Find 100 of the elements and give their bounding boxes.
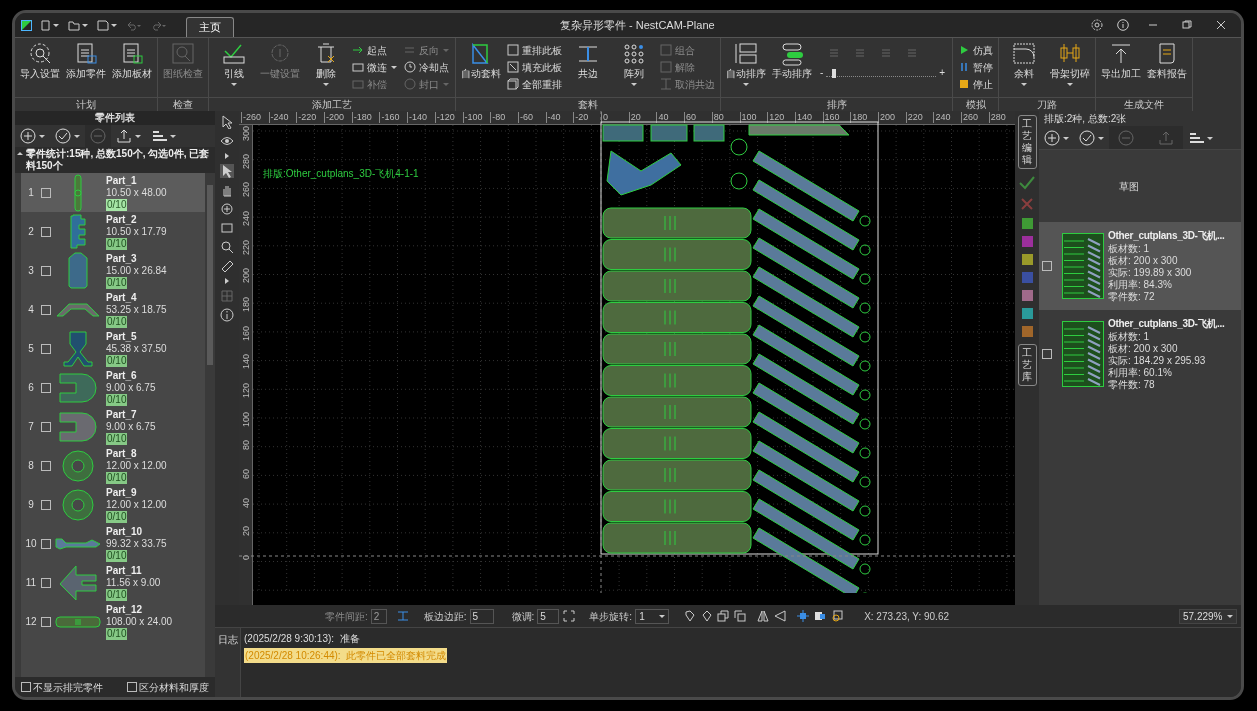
color-swatch[interactable] [1021, 254, 1033, 265]
part-name: Part_10 [106, 525, 144, 538]
checkbox[interactable] [41, 226, 51, 237]
color-swatch[interactable] [1021, 326, 1033, 337]
input-field[interactable]: 5 [469, 608, 494, 624]
part-row[interactable]: 10 Part_10 99.32 x 33.75 0/10 [21, 524, 205, 563]
checkbox[interactable] [41, 382, 51, 393]
color-swatch[interactable] [1021, 272, 1033, 283]
part-row[interactable]: 3 Part_3 15.00 x 26.84 0/10 [21, 251, 205, 290]
option-checkbox[interactable]: 区分材料和厚度 [127, 679, 209, 695]
part-row[interactable]: 9 Part_9 12.00 x 12.00 0/10 [21, 485, 205, 524]
checkbox[interactable] [1042, 261, 1052, 271]
cursor-icon[interactable] [220, 164, 234, 178]
process-library-tab[interactable]: 工艺库 [1017, 344, 1037, 386]
ribbon-tab[interactable]: 主页 [186, 17, 234, 37]
part-row[interactable]: 4 Part_4 53.25 x 18.75 0/10 [21, 290, 205, 329]
ribbon-button[interactable]: 导出加工 [1099, 41, 1144, 80]
ruler-icon[interactable] [220, 259, 234, 273]
checkbox[interactable] [41, 187, 51, 198]
color-swatch[interactable] [1021, 236, 1033, 247]
frame-icon[interactable] [563, 610, 576, 622]
mirror-icon[interactable] [757, 609, 771, 623]
checkbox[interactable] [1042, 349, 1052, 359]
row-number: 12 [24, 615, 38, 629]
ribbon-button[interactable]: 引线 [212, 41, 256, 88]
ribbon-button[interactable]: 导入设置 [18, 41, 62, 80]
ribbon-button[interactable]: 添加零件 [64, 41, 108, 80]
slider[interactable] [826, 68, 937, 77]
part-row[interactable]: 6 Part_6 9.00 x 6.75 0/10 [21, 368, 205, 407]
info-icon[interactable] [1117, 19, 1129, 31]
sheet-item[interactable]: Other_cutplans_3D-飞机... 板材数: 1 板材: 200 x 300 实际: 199.89 x 300 利用率: 84.3% 零件数: 72 [1039, 222, 1241, 310]
ribbon-button[interactable]: 重排此板 [507, 43, 562, 57]
ribbon-button[interactable]: 共边 [566, 41, 610, 80]
sheet-item[interactable]: Other_cutplans_3D-飞机... 板材数: 1 板材: 200 x 300 实际: 184.29 x 295.93 利用率: 60.1% 零件数: 78 [1039, 310, 1241, 398]
checkbox[interactable] [41, 577, 51, 588]
ribbon-button[interactable]: 阵列 [612, 41, 656, 88]
part-row[interactable]: 5 Part_5 45.38 x 37.50 0/10 [21, 329, 205, 368]
checkbox[interactable] [41, 499, 51, 510]
ribbon-button[interactable]: 自动排序 [724, 41, 768, 88]
ribbon-button[interactable]: 手动排序 [770, 41, 814, 80]
part-row[interactable]: 8 Part_8 12.00 x 12.00 0/10 [21, 446, 205, 485]
ribbon-button[interactable]: 仿真 [958, 43, 994, 57]
caret-icon [135, 133, 141, 139]
ribbon-button[interactable]: 全部重排 [507, 77, 562, 91]
color-swatch[interactable] [1021, 290, 1033, 301]
rotation-dropdown[interactable]: 1 [635, 608, 670, 624]
ribbon-button[interactable]: 套料报告 [1145, 41, 1190, 80]
scrollbar[interactable] [205, 173, 215, 677]
ribbon-button[interactable]: 填充此板 [507, 60, 562, 74]
crosshair-icon[interactable] [797, 609, 811, 623]
checkbox[interactable] [127, 682, 137, 692]
spacing-icon[interactable] [396, 610, 409, 622]
checkbox[interactable] [41, 538, 51, 549]
checkbox[interactable] [21, 682, 31, 692]
ribbon-button[interactable]: 骨架切碎 [1048, 41, 1093, 88]
info-icon[interactable] [220, 308, 234, 322]
color-swatch[interactable] [1021, 308, 1033, 319]
ribbon-button[interactable]: 自动套料 [459, 41, 503, 80]
count-badge: 0/10 [106, 432, 128, 445]
option-checkbox[interactable]: 不显示排完零件 [21, 679, 103, 695]
checkbox[interactable] [41, 421, 51, 432]
ribbon-button[interactable]: 暂停 [958, 60, 994, 74]
checkbox[interactable] [41, 460, 51, 471]
zoom-icon[interactable] [220, 240, 234, 254]
part-row[interactable]: 7 Part_7 9.00 x 6.75 0/10 [21, 407, 205, 446]
zoom-dropdown[interactable]: 57.229% [1179, 608, 1237, 624]
checkbox[interactable] [41, 265, 51, 276]
ribbon-button[interactable]: 停止 [958, 77, 994, 91]
part-row[interactable]: 2 Part_2 10.50 x 17.79 0/10 [21, 212, 205, 251]
checkbox[interactable] [41, 616, 51, 627]
check-icon[interactable] [1019, 176, 1035, 190]
checkbox[interactable] [41, 304, 51, 315]
part-row[interactable]: 12 Part_12 108.00 x 24.00 0/10 [21, 602, 205, 641]
part-thumbnail [70, 214, 86, 249]
edge-icon [660, 78, 672, 90]
part-row[interactable]: 1 Part_1 10.50 x 48.00 0/10 [21, 173, 205, 212]
checkbox[interactable] [41, 343, 51, 354]
snap-icon[interactable] [831, 609, 845, 623]
frame-icon[interactable] [220, 221, 234, 235]
slider-thumb[interactable] [831, 68, 836, 78]
sketch-label: 草图 [1119, 179, 1139, 194]
ribbon-button[interactable]: 冷却点 [404, 60, 450, 74]
mirror-icon[interactable] [774, 609, 788, 623]
cursor-icon[interactable] [220, 115, 234, 129]
copy-icon[interactable] [717, 609, 731, 623]
ribbon-button[interactable]: 添加板材 [110, 41, 154, 80]
square-icon[interactable] [814, 609, 828, 623]
ribbon-button[interactable]: 删除 [304, 41, 348, 88]
log-tab[interactable]: 日志 [215, 628, 241, 697]
process-edit-tab[interactable]: 工艺编辑 [1017, 115, 1037, 169]
ribbon-button[interactable]: 起点 [352, 43, 398, 57]
settings-icon[interactable] [1091, 19, 1103, 31]
part-size: 12.00 x 12.00 [106, 459, 167, 472]
ribbon-button[interactable]: 余料 [1002, 41, 1047, 88]
copy-icon[interactable] [734, 609, 748, 623]
color-swatch[interactable] [1021, 218, 1033, 229]
eye-icon[interactable] [220, 134, 234, 148]
part-row[interactable]: 11 Part_11 11.56 x 9.00 0/10 [21, 563, 205, 602]
input-field[interactable]: 5 [537, 608, 560, 624]
ribbon-button[interactable]: 微连 [352, 60, 398, 74]
